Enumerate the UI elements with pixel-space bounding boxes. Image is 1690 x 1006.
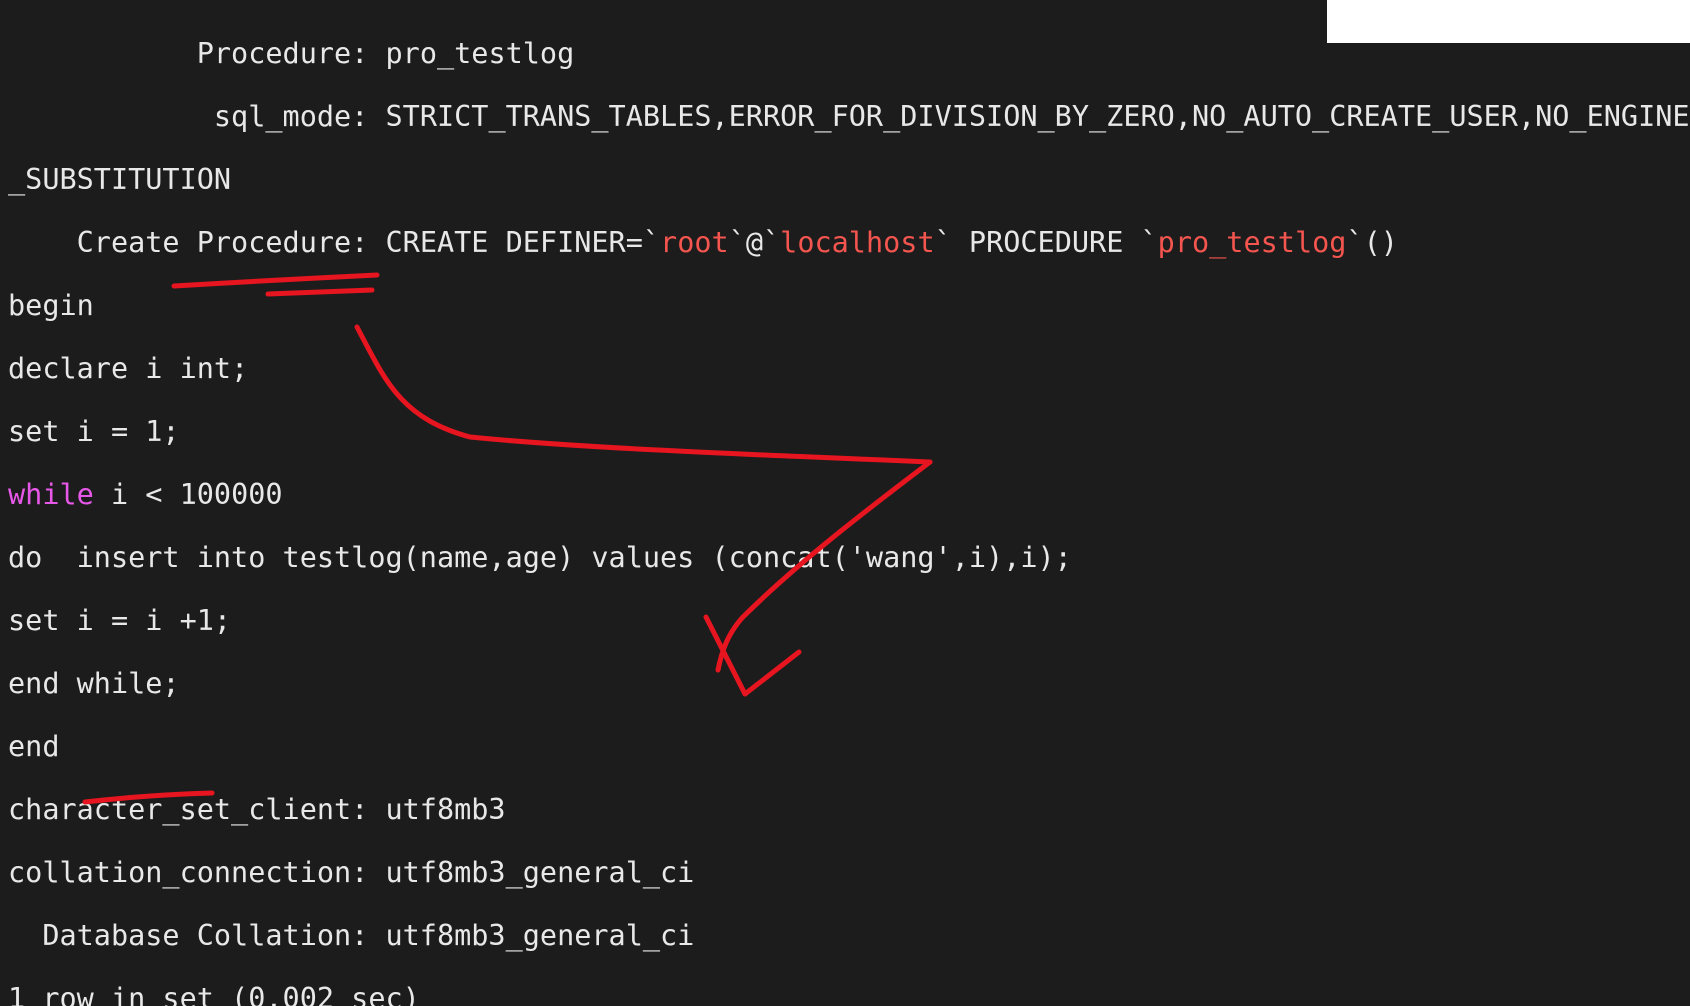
line-database-collation: Database Collation: utf8mb3_general_ci [8,918,695,952]
line-character-set-client: character_set_client: utf8mb3 [8,792,506,826]
line-set-increment: set i = i +1; [8,603,232,637]
line-while: while i < 100000 [8,477,1688,511]
procedure-parens: `() [1346,225,1398,259]
terminal-output: Procedure: pro_testlog sql_mode: STRICT_… [8,6,1690,1006]
line-set-i-1: set i = 1; [8,414,180,448]
procedure-name: pro_testlog [385,36,575,70]
while-keyword: while [8,477,94,511]
line-sql-mode: sql_mode: STRICT_TRANS_TABLES,ERROR_FOR_… [8,99,1690,133]
line-declare: declare i int; [8,351,249,385]
definer-host: localhost [780,225,935,259]
procedure-identifier: pro_testlog [1157,225,1347,259]
line-end: end [8,729,60,763]
line-create-procedure: Create Procedure: CREATE DEFINER=`root`@… [8,225,1688,259]
procedure-keyword: ` PROCEDURE ` [934,225,1158,259]
definer-user: root [660,225,729,259]
sql-mode-label: sql_mode: [8,99,386,133]
white-occlusion-patch [1327,0,1690,43]
line-sql-mode-wrap: _SUBSTITUTION [8,162,1688,196]
sql-mode-value: STRICT_TRANS_TABLES,ERROR_FOR_DIVISION_B… [385,99,1690,133]
line-begin: begin [8,288,94,322]
create-definer-prefix: CREATE DEFINER=` [385,225,661,259]
line-row-in-set-1: 1 row in set (0.002 sec) [8,981,420,1006]
line-end-while: end while; [8,666,180,700]
procedure-label: Procedure: [8,36,386,70]
create-procedure-label: Create Procedure: [8,225,386,259]
line-do-insert: do insert into testlog(name,age) values … [8,540,1072,574]
while-condition: i < 100000 [93,477,283,511]
sql-mode-value-wrapped: _SUBSTITUTION [8,162,232,196]
definer-at: `@` [728,225,781,259]
line-collation-connection: collation_connection: utf8mb3_general_ci [8,855,695,889]
terminal-window[interactable]: Procedure: pro_testlog sql_mode: STRICT_… [0,0,1690,1006]
